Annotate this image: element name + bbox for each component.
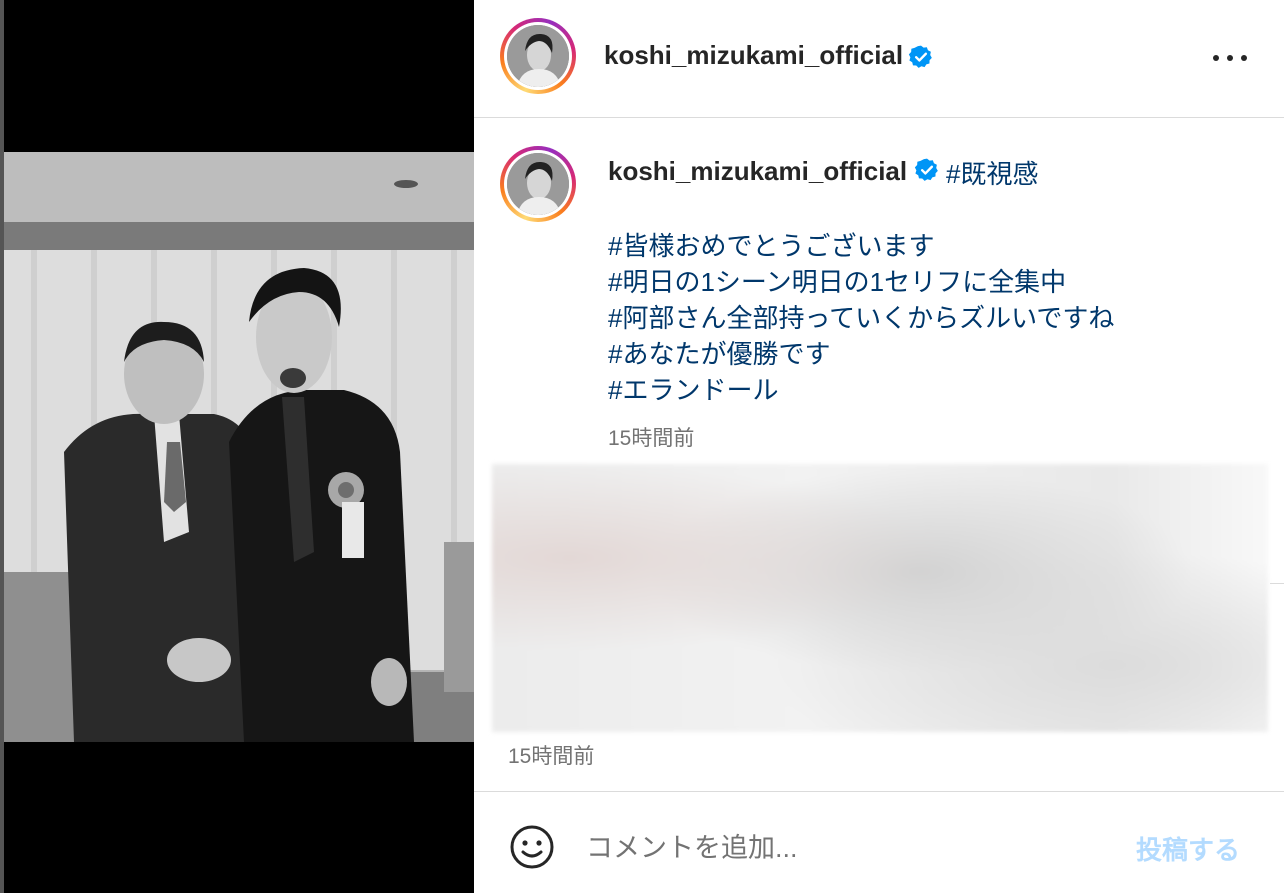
post-header: koshi_mizukami_official — [474, 0, 1284, 118]
hashtag-link[interactable]: #明日の1シーン明日の1セリフに全集中 — [608, 262, 1066, 299]
caption-timestamp[interactable]: 15時間前 — [608, 422, 694, 452]
blurred-comment-area — [492, 464, 1268, 732]
hashtag-link[interactable]: #皆様おめでとうございます — [608, 226, 934, 263]
post-photo[interactable] — [4, 152, 474, 742]
hashtag-link[interactable]: #既視感 — [946, 154, 1038, 191]
header-username[interactable]: koshi_mizukami_official — [604, 40, 903, 71]
hashtag-link[interactable]: #阿部さん全部持っていくからズルいですね — [608, 298, 1114, 335]
post-side-panel: koshi_mizukami_official koshi_mizukami_o… — [474, 0, 1284, 893]
caption-avatar[interactable] — [500, 146, 576, 222]
post-media — [4, 0, 474, 893]
hashtag-link[interactable]: #エランドール — [608, 370, 778, 407]
more-options-icon[interactable] — [1210, 40, 1250, 74]
divider — [474, 791, 1284, 792]
verified-badge-icon — [914, 158, 938, 181]
caption-username[interactable]: koshi_mizukami_official — [608, 156, 907, 187]
hashtag-link[interactable]: #あなたが優勝です — [608, 334, 830, 371]
emoji-smile-icon[interactable] — [508, 823, 556, 871]
avatar[interactable] — [500, 18, 576, 94]
divider — [1270, 583, 1284, 584]
comment-timestamp[interactable]: 15時間前 — [508, 740, 594, 770]
photo-illustration — [4, 152, 474, 742]
avatar-image — [507, 153, 569, 215]
verified-badge-icon — [908, 45, 932, 68]
comment-input[interactable] — [584, 822, 1108, 874]
post-comment-button[interactable]: 投稿する — [1136, 830, 1240, 867]
avatar-image — [507, 25, 569, 87]
